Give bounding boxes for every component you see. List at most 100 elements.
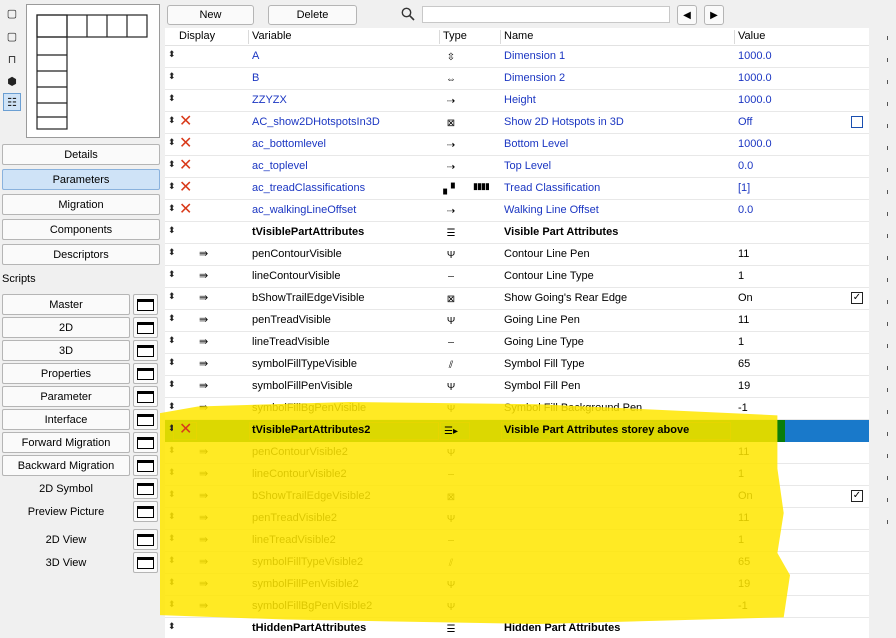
name-cell[interactable]: Dimension 2	[504, 72, 565, 84]
type-icon[interactable]: ┄	[441, 467, 461, 483]
table-row[interactable]: ⬍ ⇛ lineContourVisible2 ┄ 1	[165, 464, 869, 486]
plan-icon[interactable]: ⊓	[3, 50, 21, 68]
reorder-handle-icon[interactable]: ⬍	[168, 159, 176, 170]
reorder-handle-icon[interactable]: ⬍	[168, 313, 176, 324]
value-cell[interactable]: 65	[738, 556, 750, 568]
indent-arrow-icon[interactable]: ⇛	[199, 335, 213, 349]
reorder-handle-icon[interactable]: ⬍	[168, 137, 176, 148]
reorder-handle-icon[interactable]: ⬍	[168, 555, 176, 566]
script-list-icon[interactable]: ☷	[3, 93, 21, 111]
variable-cell[interactable]: B	[252, 72, 259, 84]
variable-cell[interactable]: symbolFillPenVisible	[252, 380, 353, 392]
name-cell[interactable]: Symbol Fill Background Pen	[504, 402, 642, 414]
value-cell[interactable]: 65	[738, 358, 750, 370]
rounded-square-icon[interactable]: ▢	[3, 27, 21, 45]
backward-migration-button[interactable]: Backward Migration	[2, 455, 130, 476]
value-cell[interactable]: 1000.0	[738, 50, 772, 62]
value-cell[interactable]: Off	[738, 116, 752, 128]
table-row[interactable]: ⬍ ✕ ac_toplevel ⇢ Top Level 0.0	[165, 156, 869, 178]
2d-view-item[interactable]: 2D View	[2, 529, 130, 550]
type-icon[interactable]: Ψ	[441, 247, 461, 263]
table-row[interactable]: ⬍ ✕ AC_show2DHotspotsIn3D ⊠ Show 2D Hotspots…	[165, 112, 869, 134]
open-window-icon[interactable]	[133, 363, 158, 384]
type-icon[interactable]: ⇳	[441, 49, 461, 65]
value-cell[interactable]: 1	[738, 336, 744, 348]
descriptors-button[interactable]: Descriptors	[2, 244, 160, 265]
indent-arrow-icon[interactable]: ⇛	[199, 401, 213, 415]
header-type[interactable]: Type	[443, 30, 467, 42]
name-cell[interactable]: Symbol Fill Type	[504, 358, 585, 370]
variable-cell[interactable]: tVisiblePartAttributes	[252, 226, 364, 238]
interface-script-button[interactable]: Interface	[2, 409, 130, 430]
value-cell[interactable]: 0.0	[738, 204, 753, 216]
cube-icon[interactable]: ⬢	[3, 72, 21, 90]
reorder-handle-icon[interactable]: ⬍	[168, 379, 176, 390]
components-button[interactable]: Components	[2, 219, 160, 240]
group-row[interactable]: ⬍ tHiddenPartAttributes ☰ Hidden Part Attri…	[165, 618, 869, 638]
open-window-icon[interactable]	[133, 386, 158, 407]
table-row[interactable]: ⬍ ⇛ symbolFillPenVisible2 Ψ 19	[165, 574, 869, 596]
indent-arrow-icon[interactable]: ⇛	[199, 533, 213, 547]
open-window-icon[interactable]	[133, 552, 158, 573]
value-cell[interactable]: 11	[738, 512, 749, 524]
variable-cell[interactable]: lineContourVisible2	[252, 468, 347, 480]
header-display[interactable]: Display	[179, 30, 215, 42]
table-row[interactable]: ⬍ ⇛ symbolFillTypeVisible2 ⫽ 65	[165, 552, 869, 574]
value-cell[interactable]: 1000.0	[738, 72, 772, 84]
type-icon[interactable]: ▖▘	[441, 181, 461, 197]
table-row[interactable]: ⬍ ⇛ lineTreadVisible2 ┄ 1	[165, 530, 869, 552]
next-icon[interactable]: ▶	[704, 5, 724, 25]
name-cell[interactable]: Show 2D Hotspots in 3D	[504, 116, 624, 128]
reorder-handle-icon[interactable]: ⬍	[168, 533, 176, 544]
name-cell[interactable]: Symbol Fill Pen	[504, 380, 580, 392]
2d-script-button[interactable]: 2D	[2, 317, 130, 338]
variable-cell[interactable]: symbolFillTypeVisible2	[252, 556, 363, 568]
indent-arrow-icon[interactable]: ⇛	[199, 489, 213, 503]
indent-arrow-icon[interactable]: ⇛	[199, 357, 213, 371]
value-cell[interactable]: 19	[738, 380, 750, 392]
reorder-handle-icon[interactable]: ⬍	[168, 577, 176, 588]
reorder-handle-icon[interactable]: ⬍	[168, 445, 176, 456]
type-icon[interactable]: ☰	[441, 621, 461, 637]
delete-button[interactable]: Delete	[268, 5, 357, 25]
value-cell[interactable]: 1	[738, 468, 744, 480]
reorder-handle-icon[interactable]: ⬍	[168, 203, 176, 214]
type-icon[interactable]: ⇢	[441, 137, 461, 153]
table-row[interactable]: ⬍ ⇛ lineTreadVisible ┄ Going Line Type 1	[165, 332, 869, 354]
value-cell[interactable]: -1	[738, 402, 748, 414]
header-name[interactable]: Name	[504, 30, 533, 42]
name-cell[interactable]: Hidden Part Attributes	[504, 622, 620, 634]
value-cell[interactable]: 1	[738, 270, 744, 282]
type-icon[interactable]: ⊠	[441, 489, 461, 505]
reorder-handle-icon[interactable]: ⬍	[168, 71, 176, 82]
table-row[interactable]: ⬍ ✕ tVisiblePartAttributes2 ☰▸ Visible Part …	[165, 420, 869, 442]
variable-cell[interactable]: tHiddenPartAttributes	[252, 622, 366, 634]
table-row[interactable]: ⬍ ✕ ac_treadClassifications ▖▘ ▮▮▮▮ Tread Cla…	[165, 178, 869, 200]
variable-cell[interactable]: symbolFillBgPenVisible	[252, 402, 366, 414]
reorder-handle-icon[interactable]: ⬍	[168, 225, 176, 236]
search-input[interactable]	[422, 6, 670, 23]
type-icon[interactable]: Ψ	[441, 379, 461, 395]
type-icon[interactable]: Ψ	[441, 599, 461, 615]
table-row[interactable]: ⬍ ⇛ symbolFillTypeVisible ⫽ Symbol Fill Type…	[165, 354, 869, 376]
variable-cell[interactable]: ac_treadClassifications	[252, 182, 365, 194]
reorder-handle-icon[interactable]: ⬍	[168, 291, 176, 302]
indent-arrow-icon[interactable]: ⇛	[199, 555, 213, 569]
type-icon[interactable]: Ψ	[441, 511, 461, 527]
square-icon[interactable]: ▢	[3, 4, 21, 22]
type-icon[interactable]: ⇢	[441, 93, 461, 109]
type-icon[interactable]: ┄	[441, 335, 461, 351]
value-cell[interactable]: -1	[738, 600, 748, 612]
reorder-handle-icon[interactable]: ⬍	[168, 467, 176, 478]
type-icon[interactable]: Ψ	[441, 577, 461, 593]
name-cell[interactable]: Show Going's Rear Edge	[504, 292, 627, 304]
indent-arrow-icon[interactable]: ⇛	[199, 599, 213, 613]
name-cell[interactable]: Going Line Type	[504, 336, 584, 348]
3d-script-button[interactable]: 3D	[2, 340, 130, 361]
variable-cell[interactable]: penContourVisible2	[252, 446, 348, 458]
value-cell[interactable]: 11	[738, 446, 749, 458]
reorder-handle-icon[interactable]: ⬍	[168, 115, 176, 126]
value-cell[interactable]: 1000.0	[738, 138, 772, 150]
variable-cell[interactable]: ac_bottomlevel	[252, 138, 326, 150]
name-cell[interactable]: Contour Line Pen	[504, 248, 590, 260]
